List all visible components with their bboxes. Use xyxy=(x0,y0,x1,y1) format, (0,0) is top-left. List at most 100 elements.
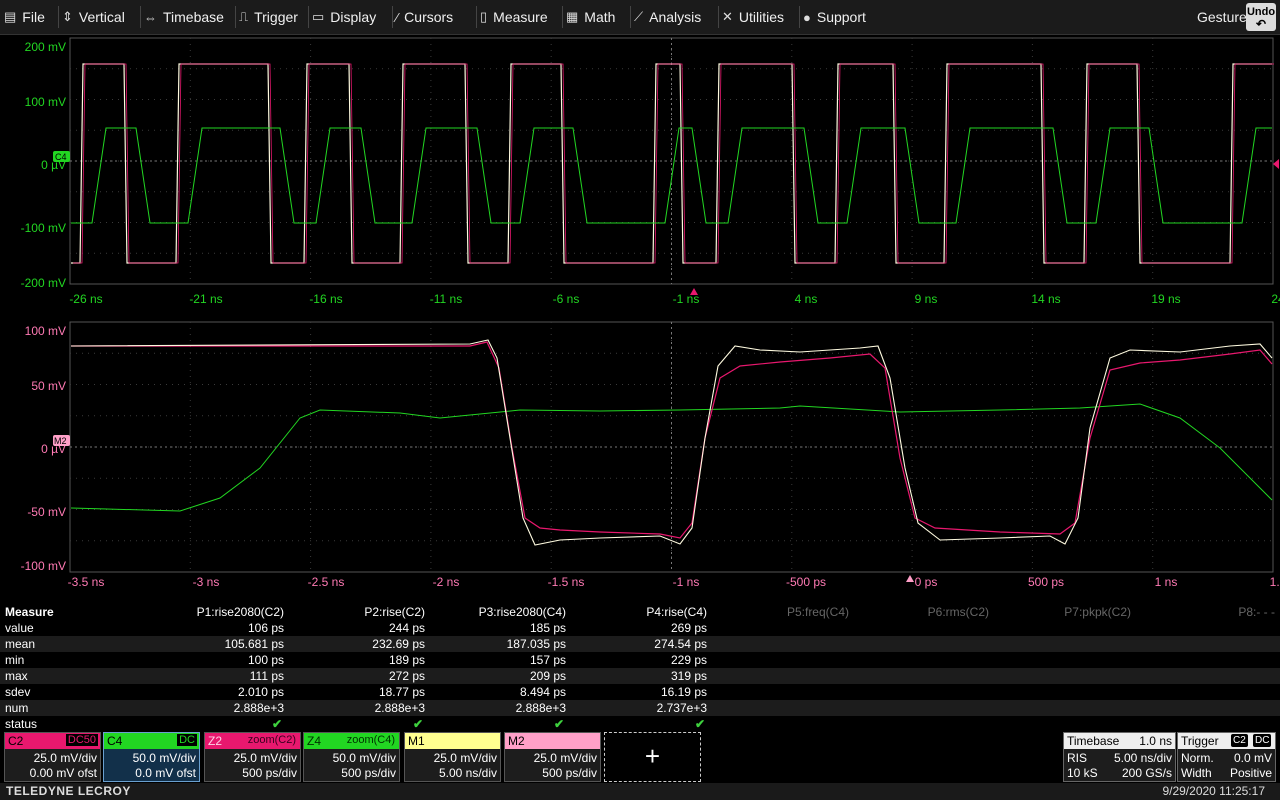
descriptor-header: C4 DC xyxy=(104,733,199,749)
descriptor-header: C2 DC50 xyxy=(5,733,100,749)
measure-param-inactive[interactable]: P7:pkpk(C2) xyxy=(1064,605,1131,619)
measure-param-name[interactable]: P1:rise2080(C2) xyxy=(197,605,284,619)
gesture-label[interactable]: Gesture xyxy=(1197,9,1247,25)
top-x-label: -16 ns xyxy=(309,292,342,306)
measure-cell: 8.494 ps xyxy=(519,685,566,699)
measure-cell: 319 ps xyxy=(670,669,707,683)
timebase-mode: RIS xyxy=(1067,751,1088,765)
bottom-x-axis: -3.5 ns -3 ns -2.5 ns -2 ns -1.5 ns -1 ns -500… xyxy=(68,575,1280,589)
analysis-icon: ⟋ xyxy=(634,9,644,24)
menu-separator xyxy=(58,6,59,28)
descriptor-tag: zoom(C4) xyxy=(346,734,395,746)
menu-separator xyxy=(799,6,800,28)
top-y-label: 100 mV xyxy=(25,95,66,109)
measure-row-label: value xyxy=(5,621,34,635)
trigger-label: Trigger xyxy=(1181,734,1219,748)
menu-separator xyxy=(235,6,236,28)
undo-button[interactable]: Undo ↶ xyxy=(1246,3,1276,31)
descriptor-name: C2 xyxy=(8,734,24,748)
descriptor-c4[interactable]: C4 DC 50.0 mV/div 0.0 mV ofst xyxy=(103,732,200,782)
measure-param-inactive[interactable]: P8:- - - xyxy=(1238,605,1275,619)
menu-separator xyxy=(630,6,631,28)
top-y-label: -200 mV xyxy=(21,276,66,290)
zoom-waveform-grid[interactable]: 100 mV50 mV0 µV-50 mV-100 mV -3.5 ns -3 n… xyxy=(0,318,1280,594)
measure-cell: 111 ps xyxy=(249,669,284,683)
top-y-label: -100 mV xyxy=(21,221,66,235)
descriptor-z2[interactable]: Z2 zoom(C2) 25.0 mV/div 500 ps/div xyxy=(204,732,301,782)
top-x-label: -6 ns xyxy=(553,292,580,306)
menu-utilities[interactable]: ✕ Utilities xyxy=(722,0,784,34)
bottom-x-label: -1.5 ns xyxy=(548,575,585,589)
menu-analysis[interactable]: ⟋ Analysis xyxy=(634,0,701,34)
menu-label: Cursors xyxy=(404,9,454,25)
timebase-descriptor[interactable]: Timebase 1.0 ns RIS 5.00 ns/div 10 kS 20… xyxy=(1063,732,1176,782)
menu-display[interactable]: ▭ Display xyxy=(312,0,376,34)
bottom-y-label: -100 mV xyxy=(21,559,66,573)
descriptor-m2[interactable]: M2 25.0 mV/div 500 ps/div xyxy=(504,732,601,782)
main-waveform-grid[interactable]: 200 mV100 mV0 µV-100 mV-200 mV -26 ns -21… xyxy=(0,35,1280,310)
menu-separator xyxy=(140,6,141,28)
descriptor-header: M2 xyxy=(505,733,600,749)
trigger-mode: Norm. xyxy=(1181,751,1214,765)
measure-param-inactive[interactable]: P5:freq(C4) xyxy=(787,605,849,619)
add-trace-button[interactable]: + xyxy=(604,732,701,782)
top-x-label: -26 ns xyxy=(69,292,102,306)
measure-cell: 16.19 ps xyxy=(660,685,707,699)
descriptor-tag: DC50 xyxy=(65,734,98,746)
measure-row-value: value 106 ps 244 ps 185 ps 269 ps xyxy=(0,620,1280,636)
zoom-trigger-marker[interactable] xyxy=(906,575,914,582)
measure-cell: 185 ps xyxy=(529,621,566,635)
descriptor-z4[interactable]: Z4 zoom(C4) 50.0 mV/div 500 ps/div xyxy=(303,732,400,782)
trigger-polarity: Positive xyxy=(1229,766,1272,780)
descriptor-name: C4 xyxy=(107,734,123,748)
bottom-x-label: 0 ps xyxy=(915,575,938,589)
measure-param-name[interactable]: P3:rise2080(C4) xyxy=(479,605,566,619)
measure-param-name[interactable]: P4:rise(C4) xyxy=(646,605,707,619)
measure-cell: 2.010 ps xyxy=(237,685,284,699)
menu-label: Display xyxy=(330,9,377,25)
descriptor-offset: 0.00 mV ofst xyxy=(29,766,97,780)
menu-file[interactable]: ▤ File xyxy=(4,0,45,34)
measure-param-inactive[interactable]: P6:rms(C2) xyxy=(928,605,989,619)
trigger-coupling-tag: DC xyxy=(1253,734,1272,747)
measure-cell: 100 ps xyxy=(247,653,284,667)
measure-param-name[interactable]: P2:rise(C2) xyxy=(364,605,425,619)
timebase-scale: 5.00 ns/div xyxy=(1113,751,1172,765)
menu-support[interactable]: ● Support xyxy=(803,0,866,34)
top-x-label: -21 ns xyxy=(189,292,222,306)
menu-label: File xyxy=(22,9,45,25)
support-icon: ● xyxy=(803,9,811,25)
descriptor-offset: 500 ps/div xyxy=(542,766,597,780)
top-y-label: 200 mV xyxy=(25,40,66,54)
menu-trigger[interactable]: ⎍ Trigger xyxy=(239,0,298,34)
menu-timebase[interactable]: ⇔ Timebase xyxy=(144,0,224,34)
menu-label: Vertical xyxy=(78,9,125,25)
measure-cell: 157 ps xyxy=(529,653,566,667)
bottom-x-label: -3 ns xyxy=(193,575,220,589)
measure-row-num: num 2.888e+3 2.888e+3 2.888e+3 2.737e+3 xyxy=(0,700,1280,716)
menu-cursors[interactable]: ⁄ Cursors xyxy=(396,0,453,34)
trigger-level-marker[interactable] xyxy=(1273,159,1279,169)
menu-math[interactable]: ▦ Math xyxy=(566,0,615,34)
menu-vertical[interactable]: ⇕ Vertical xyxy=(62,0,125,34)
trigger-descriptor[interactable]: Trigger C2 DC Norm. 0.0 mV Width Positiv… xyxy=(1177,732,1276,782)
measure-cell: 209 ps xyxy=(529,669,566,683)
utilities-icon: ✕ xyxy=(722,9,733,24)
bottom-x-label: 1 ns xyxy=(1155,575,1178,589)
top-x-label: 9 ns xyxy=(915,292,938,306)
top-x-label: 14 ns xyxy=(1031,292,1060,306)
measure-row-label: status xyxy=(5,717,38,731)
menu-measure[interactable]: ▯ Measure xyxy=(480,0,548,34)
bottom-x-label: -2 ns xyxy=(433,575,460,589)
descriptor-m1[interactable]: M1 25.0 mV/div 5.00 ns/div xyxy=(404,732,501,782)
measure-cell: 189 ps xyxy=(388,653,425,667)
measure-cell: 269 ps xyxy=(670,621,707,635)
measure-header-row: Measure P1:rise2080(C2) P2:rise(C2) P3:rise… xyxy=(0,604,1280,620)
measure-cell: 105.681 ps xyxy=(224,637,284,651)
measure-row-mean: mean 105.681 ps 232.69 ps 187.035 ps 274.54 … xyxy=(0,636,1280,652)
bottom-x-label: -500 ps xyxy=(786,575,826,589)
timebase-samples: 10 kS xyxy=(1067,766,1098,780)
bottom-x-label: -2.5 ns xyxy=(308,575,345,589)
measure-title: Measure xyxy=(5,605,54,619)
descriptor-c2[interactable]: C2 DC50 25.0 mV/div 0.00 mV ofst xyxy=(4,732,101,782)
